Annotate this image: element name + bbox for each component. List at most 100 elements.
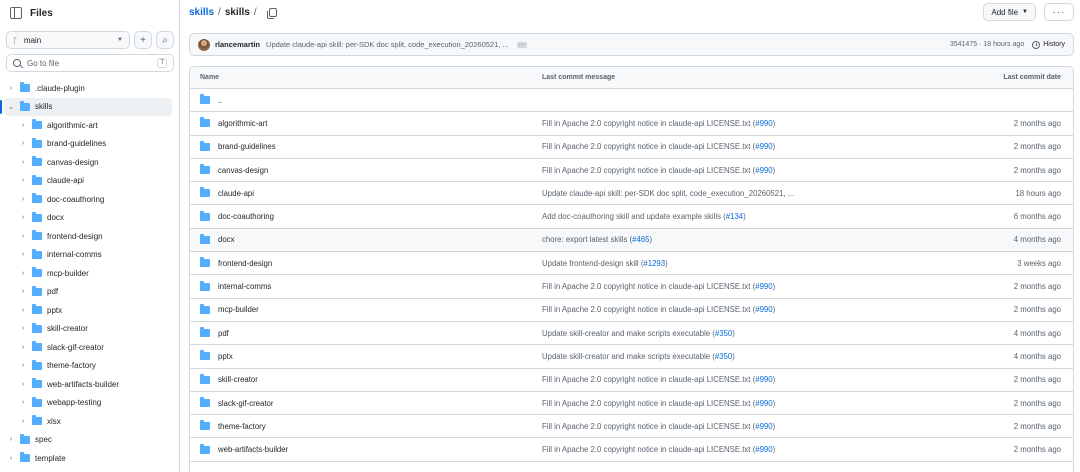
table-row[interactable]: slack-gif-creator Fill in Apache 2.0 copy… — [190, 392, 1073, 416]
commit-message-cell[interactable]: Fill in Apache 2.0 copyright notice in c… — [542, 305, 933, 314]
chevron-right-icon[interactable]: › — [18, 270, 28, 277]
chevron-right-icon[interactable]: › — [18, 214, 28, 221]
folder-link[interactable]: theme-factory — [218, 422, 266, 431]
tree-item[interactable]: ⌄ skills — [0, 97, 172, 116]
avatar[interactable] — [198, 38, 210, 51]
tree-item[interactable]: › theme-factory — [0, 357, 180, 376]
folder-link[interactable]: pdf — [218, 329, 229, 338]
tree-item[interactable]: › slack-gif-creator — [0, 338, 180, 357]
more-options-button[interactable]: ··· — [1044, 3, 1074, 21]
chevron-right-icon[interactable]: › — [18, 196, 28, 203]
pr-link[interactable]: #350 — [715, 329, 732, 338]
tree-item[interactable]: › docx — [0, 209, 180, 228]
table-row[interactable]: pptx Update skill-creator and make script… — [190, 345, 1073, 369]
parent-directory-link[interactable]: .. — [218, 96, 222, 105]
commit-message-cell[interactable]: Update claude-api skill: per-SDK doc spl… — [542, 189, 933, 198]
commit-message-cell[interactable]: Add doc-coauthoring skill and update exa… — [542, 212, 933, 221]
commit-message[interactable]: Update claude-api skill: per-SDK doc spl… — [266, 40, 509, 49]
commit-message-cell[interactable]: Fill in Apache 2.0 copyright notice in c… — [542, 142, 933, 151]
tree-item[interactable]: › algorithmic-art — [0, 116, 180, 135]
tree-item[interactable]: › pdf — [0, 283, 180, 302]
pr-link[interactable]: #1293 — [643, 259, 665, 268]
tree-item[interactable]: › pptx — [0, 301, 180, 320]
go-to-file-input[interactable] — [27, 58, 158, 68]
parent-directory-row[interactable]: .. — [190, 89, 1073, 113]
tree-item[interactable]: › doc-coauthoring — [0, 190, 180, 209]
commit-message-text[interactable]: Fill in Apache 2.0 copyright notice in c… — [542, 375, 755, 384]
commit-message-text[interactable]: Update claude-api skill: per-SDK doc spl… — [542, 189, 794, 198]
chevron-right-icon[interactable]: › — [6, 455, 16, 462]
table-row[interactable]: internal-comms Fill in Apache 2.0 copyrig… — [190, 275, 1073, 299]
commit-message-cell[interactable]: Fill in Apache 2.0 copyright notice in c… — [542, 399, 933, 408]
history-button[interactable]: History — [1032, 40, 1065, 49]
commit-message-cell[interactable]: Update skill-creator and make scripts ex… — [542, 329, 933, 338]
commit-message-cell[interactable]: Fill in Apache 2.0 copyright notice in c… — [542, 375, 933, 384]
folder-link[interactable]: docx — [218, 235, 234, 244]
pr-link[interactable]: #990 — [755, 282, 772, 291]
chevron-right-icon[interactable]: › — [6, 436, 16, 443]
sidebar-collapse-icon[interactable] — [10, 7, 22, 19]
breadcrumb-repo-link[interactable]: skills — [189, 7, 214, 18]
table-row[interactable]: mcp-builder Fill in Apache 2.0 copyright … — [190, 299, 1073, 322]
chevron-right-icon[interactable]: › — [18, 251, 28, 258]
chevron-right-icon[interactable]: › — [18, 418, 28, 425]
table-row[interactable]: canvas-design Fill in Apache 2.0 copyrigh… — [190, 159, 1073, 183]
chevron-right-icon[interactable]: › — [18, 362, 28, 369]
tree-item[interactable]: › claude-api — [0, 172, 180, 191]
pr-link[interactable]: #990 — [755, 142, 772, 151]
pr-link[interactable]: #134 — [726, 212, 743, 221]
table-row[interactable]: docx chore: export latest skills (#465) 4 … — [190, 228, 1073, 253]
commit-message-text[interactable]: Fill in Apache 2.0 copyright notice in c… — [542, 305, 755, 314]
branch-select-button[interactable]: ᚴ main ▼ — [6, 31, 130, 49]
table-row[interactable]: theme-factory Fill in Apache 2.0 copyrigh… — [190, 415, 1073, 439]
folder-link[interactable]: claude-api — [218, 189, 254, 198]
pr-link[interactable]: #990 — [755, 166, 772, 175]
commit-message-text[interactable]: Fill in Apache 2.0 copyright notice in c… — [542, 422, 755, 431]
go-to-file-field[interactable]: T — [6, 54, 174, 72]
commit-message-cell[interactable]: Update skill-creator and make scripts ex… — [542, 352, 933, 361]
folder-link[interactable]: algorithmic-art — [218, 119, 267, 128]
pr-link[interactable]: #465 — [632, 235, 649, 244]
commit-message-cell[interactable]: Fill in Apache 2.0 copyright notice in c… — [542, 422, 933, 431]
tree-item[interactable]: › frontend-design — [0, 227, 180, 246]
chevron-right-icon[interactable]: › — [18, 177, 28, 184]
chevron-right-icon[interactable]: › — [18, 344, 28, 351]
commit-message-text[interactable]: Fill in Apache 2.0 copyright notice in c… — [542, 282, 755, 291]
commit-message-text[interactable]: Add doc-coauthoring skill and update exa… — [542, 212, 726, 221]
table-row[interactable]: claude-api Update claude-api skill: per-S… — [190, 182, 1073, 206]
commit-message-text[interactable]: Fill in Apache 2.0 copyright notice in c… — [542, 166, 755, 175]
commit-message-text[interactable]: Fill in Apache 2.0 copyright notice in c… — [542, 445, 755, 454]
commit-message-cell[interactable]: Fill in Apache 2.0 copyright notice in c… — [542, 445, 933, 454]
folder-link[interactable]: slack-gif-creator — [218, 399, 273, 408]
chevron-right-icon[interactable]: › — [18, 325, 28, 332]
table-row[interactable]: algorithmic-art Fill in Apache 2.0 copyri… — [190, 112, 1073, 136]
commit-message-text[interactable]: Fill in Apache 2.0 copyright notice in c… — [542, 119, 755, 128]
folder-link[interactable]: internal-comms — [218, 282, 271, 291]
tree-item[interactable]: › brand-guidelines — [0, 135, 180, 154]
commit-message-text[interactable]: chore: export latest skills ( — [542, 235, 632, 244]
folder-link[interactable]: canvas-design — [218, 166, 268, 175]
folder-link[interactable]: skill-creator — [218, 375, 258, 384]
commit-message-cell[interactable]: Fill in Apache 2.0 copyright notice in c… — [542, 166, 933, 175]
chevron-right-icon[interactable]: › — [18, 159, 28, 166]
commit-message-text[interactable]: Fill in Apache 2.0 copyright notice in c… — [542, 142, 755, 151]
commit-sha-and-age[interactable]: 3541475 · 18 hours ago — [950, 41, 1024, 48]
copy-path-icon[interactable] — [266, 8, 277, 19]
chevron-right-icon[interactable]: › — [18, 307, 28, 314]
tree-item[interactable]: › mcp-builder — [0, 264, 180, 283]
chevron-right-icon[interactable]: › — [18, 122, 28, 129]
commit-message-cell[interactable]: chore: export latest skills (#465) — [542, 235, 933, 244]
table-row[interactable]: pdf Update skill-creator and make scripts… — [190, 322, 1073, 346]
folder-link[interactable]: web-artifacts-builder — [218, 445, 288, 454]
tree-item[interactable]: › spec — [0, 431, 180, 450]
pr-link[interactable]: #990 — [755, 119, 772, 128]
table-row[interactable]: skill-creator Fill in Apache 2.0 copyrigh… — [190, 369, 1073, 392]
chevron-right-icon[interactable]: › — [6, 85, 16, 92]
add-file-button[interactable]: Add file ▼ — [983, 3, 1036, 21]
search-files-button[interactable]: ⌕ — [156, 31, 174, 49]
tree-item[interactable]: › skill-creator — [0, 320, 180, 339]
folder-link[interactable]: mcp-builder — [218, 305, 259, 314]
folder-link[interactable]: frontend-design — [218, 259, 272, 268]
chevron-down-icon[interactable]: ⌄ — [6, 103, 16, 111]
folder-link[interactable]: brand-guidelines — [218, 142, 276, 151]
